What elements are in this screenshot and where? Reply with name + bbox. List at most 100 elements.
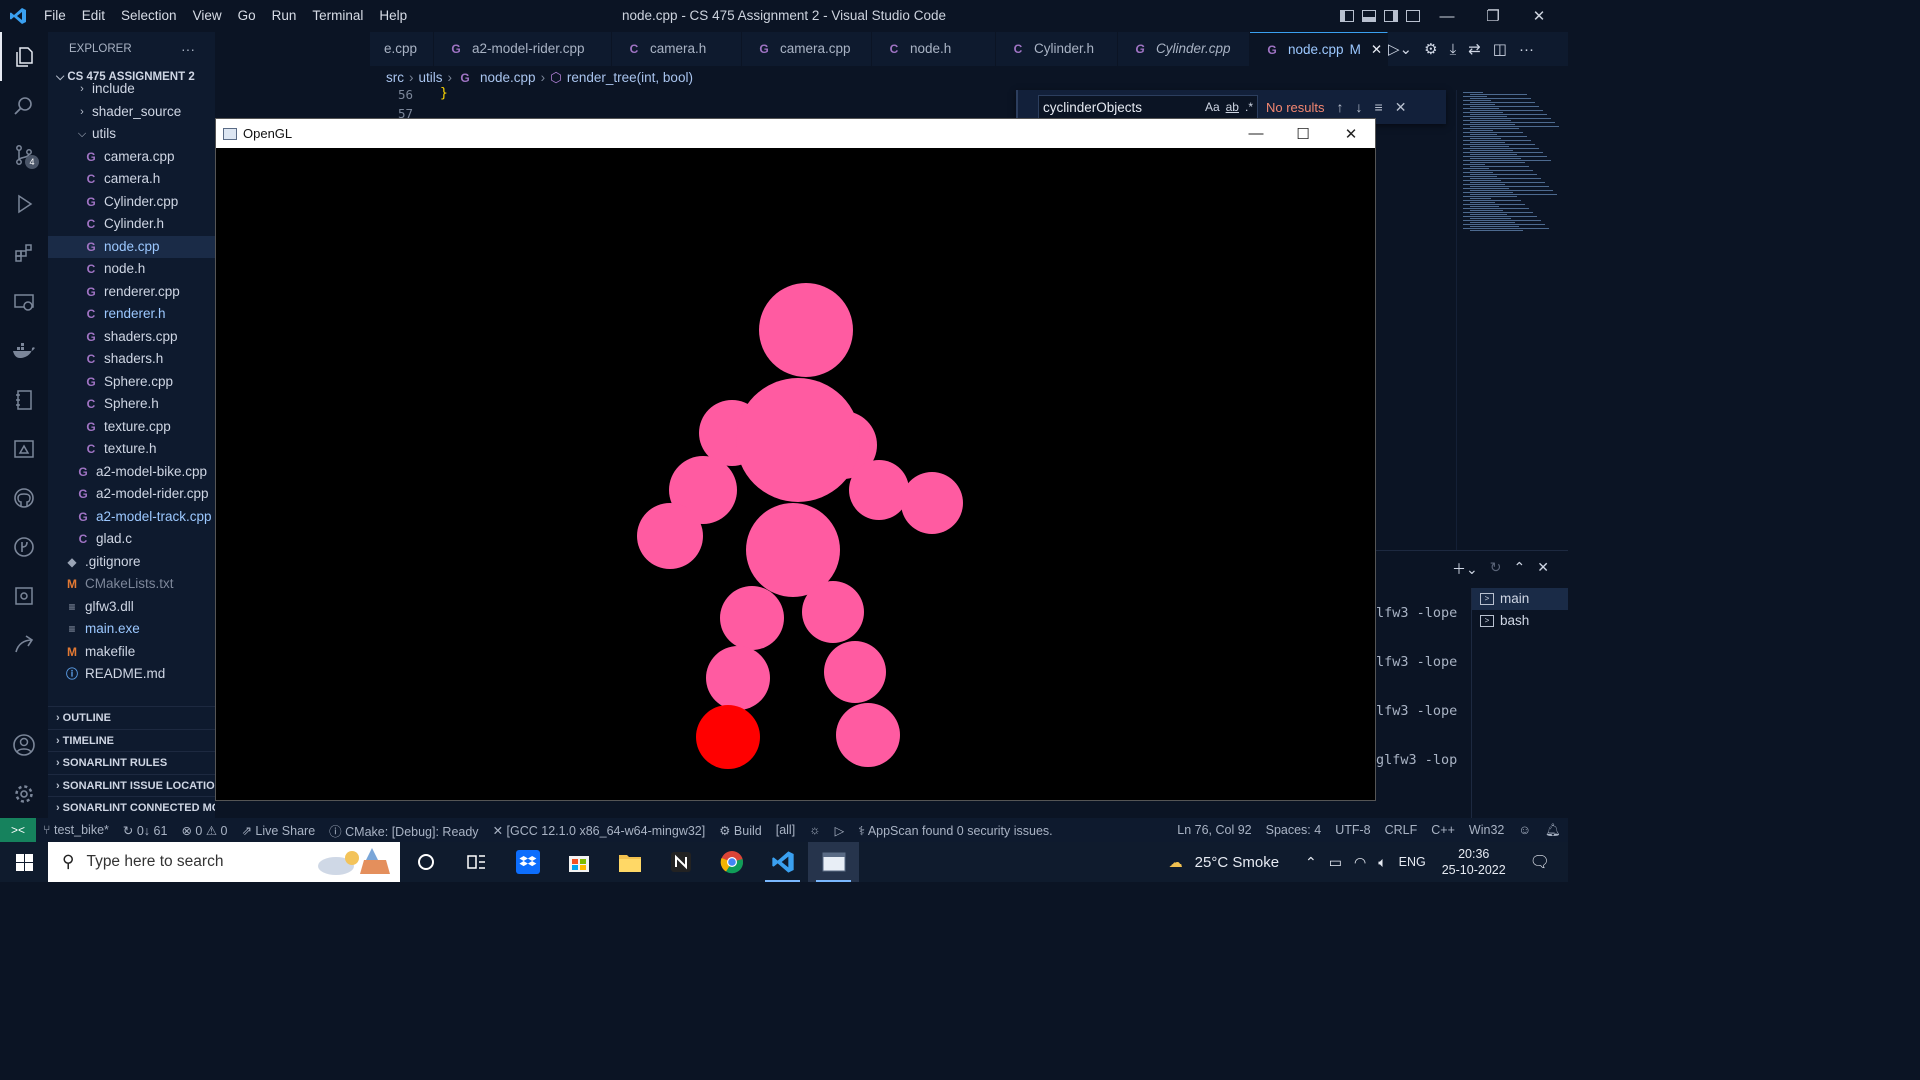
file-item[interactable]: Ga2-model-bike.cpp [48,461,215,484]
file-item[interactable]: G Sphere.cpp [48,371,215,394]
terminal-instance-bash[interactable]: > bash [1472,610,1568,632]
file-item[interactable]: Crenderer.h [48,303,215,326]
encoding[interactable]: UTF-8 [1328,823,1377,837]
input-language[interactable]: ENG [1393,855,1432,869]
rerun-icon[interactable]: ↻ [1490,559,1502,579]
remote-explorer-icon[interactable] [0,277,48,326]
start-button[interactable] [0,842,48,882]
file-item[interactable]: Gcamera.cpp [48,146,215,169]
feedback-icon[interactable]: ☺ [1511,823,1538,837]
minimap[interactable] [1456,90,1568,550]
wifi-icon[interactable]: ◠ [1348,854,1372,871]
menu-file[interactable]: File [36,0,74,32]
minimize-button[interactable]: — [1424,0,1470,32]
run-debug-icon[interactable] [0,179,48,228]
opengl-minimize-button[interactable]: — [1233,119,1279,148]
git-branch[interactable]: ⑂ test_bike* [36,823,116,837]
breadcrumb-symbol[interactable]: render_tree(int, bool) [567,66,693,90]
folder-item[interactable]: › shader_source [48,101,215,124]
build-button[interactable]: ⚙ Build [712,823,768,838]
file-item[interactable]: Gnode.cpp [48,235,215,258]
appscan-status[interactable]: ⚕ AppScan found 0 security issues. [851,823,1059,838]
file-item[interactable]: Mmakefile [48,641,215,664]
breadcrumb-utils[interactable]: utils [419,66,443,90]
file-item[interactable]: Ccamera.h [48,168,215,191]
line-ending[interactable]: CRLF [1378,823,1425,837]
file-item[interactable]: Cglad.c [48,528,215,551]
git-sync[interactable]: ↻ 0↓ 61 [116,823,175,838]
store-icon[interactable] [553,842,604,882]
file-item[interactable]: Ga2-model-rider.cpp [48,483,215,506]
weather-icon[interactable]: ☁ [1163,854,1189,871]
cmake-kit[interactable]: ✕ [GCC 12.1.0 x86_64-w64-mingw32] [486,823,713,838]
platform[interactable]: Win32 [1462,823,1511,837]
search-icon[interactable] [0,81,48,130]
compare-changes-icon[interactable]: ⇄ [1468,40,1481,58]
dropbox-icon[interactable] [502,842,553,882]
launch-icon[interactable]: ▷ [828,823,852,838]
cursor-position[interactable]: Ln 76, Col 92 [1170,823,1258,837]
notion-icon[interactable] [655,842,706,882]
close-find-icon[interactable]: ✕ [1395,99,1407,116]
editor-more-actions-icon[interactable]: ··· [1519,41,1534,58]
menu-view[interactable]: View [185,0,230,32]
settings-gear-icon[interactable] [0,769,48,818]
file-item[interactable]: Gtexture.cpp [48,416,215,439]
file-item[interactable]: C Sphere.h [48,393,215,416]
maximize-panel-icon[interactable]: ⌃ [1513,559,1525,579]
regex-toggle[interactable]: .* [1245,100,1253,114]
editor-tab[interactable]: Cnode.h [872,32,996,66]
notebook-icon[interactable] [0,375,48,424]
section-sonarlint-connected-mode[interactable]: ›SONARLINT CONNECTED MODE [48,796,215,818]
menu-terminal[interactable]: Terminal [304,0,371,32]
run-code-icon[interactable]: ▷⌄ [1388,40,1412,58]
file-item[interactable]: Cshaders.h [48,348,215,371]
build-target[interactable]: [all] [769,823,802,837]
taskbar-search[interactable]: ⚲ Type here to search [48,842,400,882]
file-item[interactable]: G Cylinder.cpp [48,191,215,214]
opengl-close-button[interactable]: ✕ [1328,119,1374,148]
file-item[interactable]: Cnode.h [48,258,215,281]
find-in-selection-icon[interactable]: ≡ [1375,99,1383,115]
opengl-maximize-button[interactable]: ☐ [1280,119,1326,148]
file-explorer-icon[interactable] [604,842,655,882]
live-share-icon[interactable] [0,620,48,669]
new-terminal-icon[interactable]: ＋⌄ [1452,559,1478,579]
terminal-instance-main[interactable]: > main [1472,588,1568,610]
find-input[interactable]: cyclinderObjects Aa ab .* [1038,95,1258,119]
close-tab-icon[interactable]: ✕ [1371,33,1382,67]
vscode-icon[interactable] [757,842,808,882]
cmake-icon[interactable] [0,424,48,473]
notifications-icon[interactable]: 🔔︎ [1538,823,1568,838]
accounts-icon[interactable] [0,720,48,769]
opengl-window-icon[interactable] [808,842,859,882]
next-match-icon[interactable]: ↓ [1356,99,1363,115]
task-view-icon[interactable] [451,842,502,882]
folder-item[interactable]: ⌵ utils [48,123,215,146]
menu-go[interactable]: Go [230,0,264,32]
save-all-icon[interactable]: ⤓ [1450,41,1457,58]
file-item[interactable]: ◆ .gitignore [48,551,215,574]
editor-tab[interactable]: Ccamera.h [612,32,742,66]
menu-help[interactable]: Help [371,0,415,32]
remote-indicator-icon[interactable]: >< [0,818,36,842]
cmake-status[interactable]: ⓘ CMake: [Debug]: Ready [322,821,485,840]
opengl-window[interactable]: OpenGL — ☐ ✕ [215,118,1376,801]
language-mode[interactable]: C++ [1424,823,1462,837]
toggle-secondary-sidebar-icon[interactable] [1380,0,1402,32]
cortana-icon[interactable] [400,842,451,882]
file-item[interactable]: Ctexture.h [48,438,215,461]
file-item[interactable]: ⓘ README.md [48,663,215,686]
editor-tab[interactable]: C Cylinder.h [996,32,1118,66]
close-button[interactable]: ✕ [1516,0,1562,32]
toggle-sidebar-icon[interactable] [1336,0,1358,32]
problems-indicator[interactable]: ⊗ 0 ⚠ 0 [174,823,234,838]
debug-icon[interactable]: ☼ [802,823,827,837]
close-panel-icon[interactable]: ✕ [1537,559,1549,579]
editor-tab[interactable]: Gcamera.cpp [742,32,872,66]
chrome-icon[interactable] [706,842,757,882]
file-item[interactable]: ≡ main.exe [48,618,215,641]
clock[interactable]: 20:36 25-10-2022 [1432,846,1516,878]
volume-icon[interactable]: 🔈︎ [1372,854,1392,871]
toggle-panel-icon[interactable] [1358,0,1380,32]
